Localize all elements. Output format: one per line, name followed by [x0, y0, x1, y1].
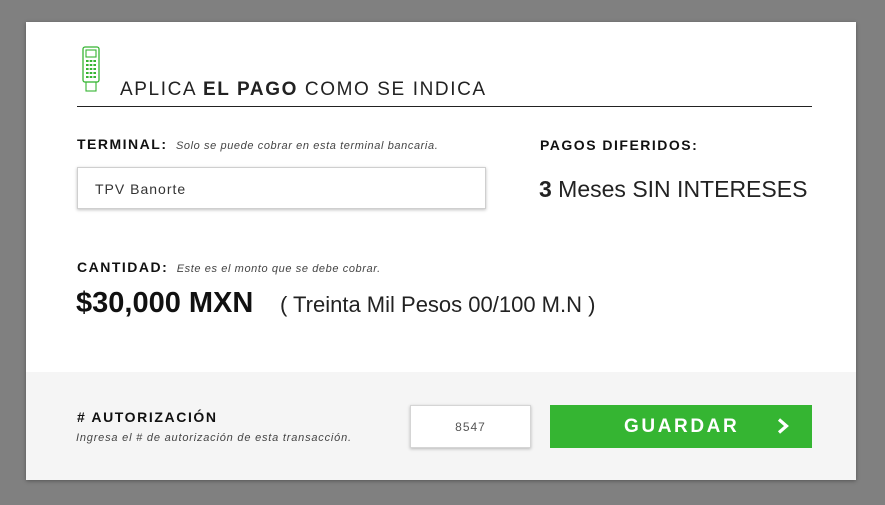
page-title: APLICA EL PAGO COMO SE INDICA [120, 79, 487, 101]
amount-in-words: ( Treinta Mil Pesos 00/100 M.N ) [280, 292, 596, 317]
title-text-bold: EL PAGO [203, 79, 298, 100]
modal-header: APLICA EL PAGO COMO SE INDICA [77, 44, 812, 107]
authorization-input[interactable] [410, 405, 531, 448]
title-text-part2: COMO SE INDICA [298, 79, 487, 100]
terminal-help-text: Solo se puede cobrar en esta terminal ba… [175, 140, 439, 152]
amount-label: CANTIDAD: [77, 259, 169, 275]
amount-value: $30,000 MXN [76, 287, 254, 319]
deferred-months-number: 3 [539, 176, 552, 202]
authorization-footer: # AUTORIZACIÓN Ingresa el # de autorizac… [26, 372, 856, 480]
deferred-months-text: Meses SIN INTERESES [551, 176, 808, 202]
authorization-label: # AUTORIZACIÓN [77, 409, 218, 425]
pos-terminal-icon [81, 46, 101, 94]
save-button-label: GUARDAR [624, 416, 740, 437]
deferred-payments-label-row: PAGOS DIFERIDOS: [540, 137, 698, 155]
terminal-field[interactable]: TPV Banorte [77, 167, 486, 209]
deferred-payments-label: PAGOS DIFERIDOS: [540, 137, 699, 153]
deferred-payments-value: 3 Meses SIN INTERESES [539, 176, 807, 203]
chevron-right-icon [776, 418, 790, 434]
save-button[interactable]: GUARDAR [550, 405, 812, 448]
amount-label-row: CANTIDAD: Este es el monto que se debe c… [77, 259, 381, 277]
payment-modal: APLICA EL PAGO COMO SE INDICA TERMINAL: … [26, 22, 856, 480]
amount-help-text: Este es el monto que se debe cobrar. [176, 263, 381, 275]
authorization-help-text: Ingresa el # de autorización de esta tra… [76, 432, 352, 444]
terminal-label: TERMINAL: [77, 136, 168, 152]
terminal-label-row: TERMINAL: Solo se puede cobrar en esta t… [77, 136, 438, 154]
title-text-part1: APLICA [120, 79, 204, 100]
